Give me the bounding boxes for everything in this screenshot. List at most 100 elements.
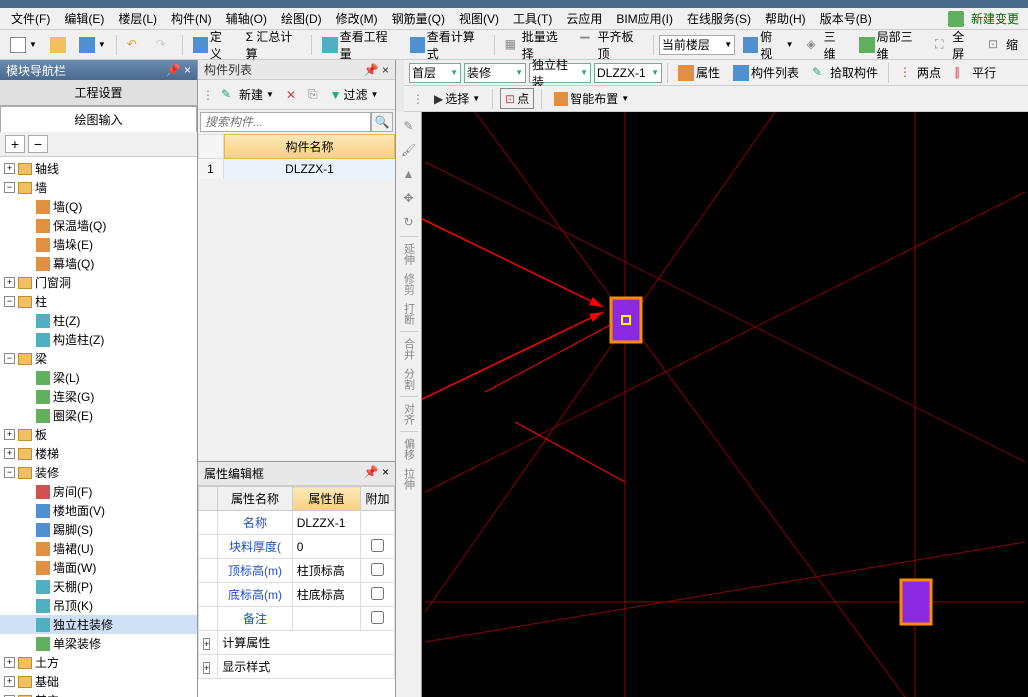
extra-check[interactable] xyxy=(371,611,384,624)
prop-row-name[interactable]: 名称DLZZX-1 xyxy=(199,511,395,535)
view-mode-button[interactable]: 俯视▼ xyxy=(738,25,798,65)
prop-row-thickness[interactable]: 块料厚度(0 xyxy=(199,535,395,559)
tree-wall-q[interactable]: 墙(Q) xyxy=(0,197,197,216)
tree-other[interactable]: +其它 xyxy=(0,691,197,697)
tree-wall[interactable]: −墙 xyxy=(0,178,197,197)
save-icon xyxy=(79,37,95,53)
tree-column[interactable]: −柱 xyxy=(0,292,197,311)
redo-button[interactable]: ↷ xyxy=(151,34,177,56)
shrink-button[interactable]: ⊡缩 xyxy=(983,33,1023,56)
tree-struct-column[interactable]: 构造柱(Z) xyxy=(0,330,197,349)
comp-table: 构件名称 1 DLZZX-1 xyxy=(198,134,395,179)
comp-list-title: 构件列表 xyxy=(204,61,252,78)
tree-wall-surface[interactable]: 墙面(W) xyxy=(0,558,197,577)
filter-button[interactable]: ▼过滤▼ xyxy=(325,83,384,106)
comp-row-1[interactable]: 1 DLZZX-1 xyxy=(198,159,395,179)
tree-beam-l[interactable]: 梁(L) xyxy=(0,368,197,387)
prop-row-remark[interactable]: 备注 xyxy=(199,607,395,631)
new-file-button[interactable]: ▼ xyxy=(5,34,42,56)
view-calc-button[interactable]: 查看计算式 xyxy=(405,25,489,65)
tree-slab[interactable]: +板 xyxy=(0,425,197,444)
sum-calc-button[interactable]: Σ 汇总计算 xyxy=(241,25,307,65)
vtool-extend[interactable]: 延伸 xyxy=(399,241,419,267)
define-button[interactable]: 定义 xyxy=(188,25,238,65)
tree-axis[interactable]: +轴线 xyxy=(0,159,197,178)
tree-skirting[interactable]: 踢脚(S) xyxy=(0,520,197,539)
align-top-button[interactable]: ▔平齐板顶 xyxy=(575,25,648,65)
fullscreen-button[interactable]: ⛶全屏 xyxy=(930,25,980,65)
save-button[interactable]: ▼ xyxy=(74,34,111,56)
close-icon[interactable]: × xyxy=(382,465,389,479)
tree-dado[interactable]: 墙裙(U) xyxy=(0,539,197,558)
3d-button[interactable]: ◈三维 xyxy=(801,25,851,65)
vtool-mirror[interactable]: ▲ xyxy=(399,164,419,184)
menu-floor[interactable]: 楼层(L) xyxy=(112,8,163,29)
view-project-button[interactable]: 查看工程量 xyxy=(317,25,401,65)
tree-tools: + − xyxy=(0,132,197,157)
nav-tree: +轴线 −墙 墙(Q) 保温墙(Q) 墙垛(E) 幕墙(Q) +门窗洞 −柱 柱… xyxy=(0,157,197,697)
tree-suspended-ceiling[interactable]: 吊顶(K) xyxy=(0,596,197,615)
filter-icon: ▼ xyxy=(330,88,342,102)
prop-row-calc[interactable]: +计算属性 xyxy=(199,631,395,655)
tree-link-beam[interactable]: 连梁(G) xyxy=(0,387,197,406)
vtool-stretch[interactable]: 拉伸 xyxy=(399,466,419,492)
redo-icon: ↷ xyxy=(156,37,172,53)
tree-beam[interactable]: −梁 xyxy=(0,349,197,368)
search-input[interactable] xyxy=(200,112,371,132)
vtool-pencil[interactable]: ✎ xyxy=(399,116,419,136)
search-button[interactable]: 🔍 xyxy=(371,112,393,132)
tab-project-settings[interactable]: 工程设置 xyxy=(0,80,197,106)
pin-icon[interactable]: 📌 xyxy=(364,63,379,77)
tree-collapse-button[interactable]: − xyxy=(28,135,48,153)
open-button[interactable] xyxy=(45,34,71,56)
tree-foundation[interactable]: +基础 xyxy=(0,672,197,691)
new-comp-button[interactable]: ✎新建▼ xyxy=(216,83,279,106)
prop-row-top-elev[interactable]: 顶标高(m)柱顶标高 xyxy=(199,559,395,583)
vtool-move[interactable]: ✥ xyxy=(399,188,419,208)
comp-row-index: 1 xyxy=(198,159,224,179)
drawing-canvas[interactable] xyxy=(422,112,1028,697)
local-3d-button[interactable]: 局部三维 xyxy=(854,25,927,65)
extra-check[interactable] xyxy=(371,539,384,552)
floor-selector[interactable]: 当前楼层▼ xyxy=(659,35,735,55)
tree-room[interactable]: 房间(F) xyxy=(0,482,197,501)
tree-earthwork[interactable]: +土方 xyxy=(0,653,197,672)
tree-single-beam-deco[interactable]: 单梁装修 xyxy=(0,634,197,653)
copy-icon: ⎘ xyxy=(308,87,318,102)
tree-curtain-wall[interactable]: 幕墙(Q) xyxy=(0,254,197,273)
prop-row-bot-elev[interactable]: 底标高(m)柱底标高 xyxy=(199,583,395,607)
close-icon[interactable]: × xyxy=(184,63,191,77)
vtool-rotate[interactable]: ↻ xyxy=(399,212,419,232)
menu-edit[interactable]: 编辑(E) xyxy=(58,8,110,29)
vtool-brush[interactable]: 🖌 xyxy=(399,140,419,160)
tree-expand-button[interactable]: + xyxy=(5,135,25,153)
tree-door-window[interactable]: +门窗洞 xyxy=(0,273,197,292)
extra-check[interactable] xyxy=(371,587,384,600)
tree-indep-column-deco[interactable]: 独立柱装修 xyxy=(0,615,197,634)
tree-column-z[interactable]: 柱(Z) xyxy=(0,311,197,330)
pin-icon[interactable]: 📌 xyxy=(364,465,379,479)
tree-decoration[interactable]: −装修 xyxy=(0,463,197,482)
tree-wall-pier[interactable]: 墙垛(E) xyxy=(0,235,197,254)
tree-floor-surface[interactable]: 楼地面(V) xyxy=(0,501,197,520)
vtool-merge[interactable]: 合并 xyxy=(399,336,419,362)
delete-comp-button[interactable]: ✕ xyxy=(281,85,301,105)
tab-draw-input[interactable]: 绘图输入 xyxy=(0,106,197,132)
prop-row-display[interactable]: +显示样式 xyxy=(199,655,395,679)
copy-comp-button[interactable]: ⎘ xyxy=(303,84,323,105)
vtool-split[interactable]: 分割 xyxy=(399,366,419,392)
prop-col-extra: 附加 xyxy=(361,487,395,511)
undo-button[interactable]: ↶ xyxy=(122,34,148,56)
tree-insulation-wall[interactable]: 保温墙(Q) xyxy=(0,216,197,235)
vtool-offset[interactable]: 偏移 xyxy=(399,436,419,462)
tree-stair[interactable]: +楼梯 xyxy=(0,444,197,463)
tree-ring-beam[interactable]: 圈梁(E) xyxy=(0,406,197,425)
tree-ceiling[interactable]: 天棚(P) xyxy=(0,577,197,596)
pin-icon[interactable]: 📌 xyxy=(166,63,181,77)
extra-check[interactable] xyxy=(371,563,384,576)
vtool-break[interactable]: 打断 xyxy=(399,301,419,327)
close-icon[interactable]: × xyxy=(382,63,389,77)
menu-file[interactable]: 文件(F) xyxy=(5,8,56,29)
vtool-align[interactable]: 对齐 xyxy=(399,401,419,427)
vtool-trim[interactable]: 修剪 xyxy=(399,271,419,297)
